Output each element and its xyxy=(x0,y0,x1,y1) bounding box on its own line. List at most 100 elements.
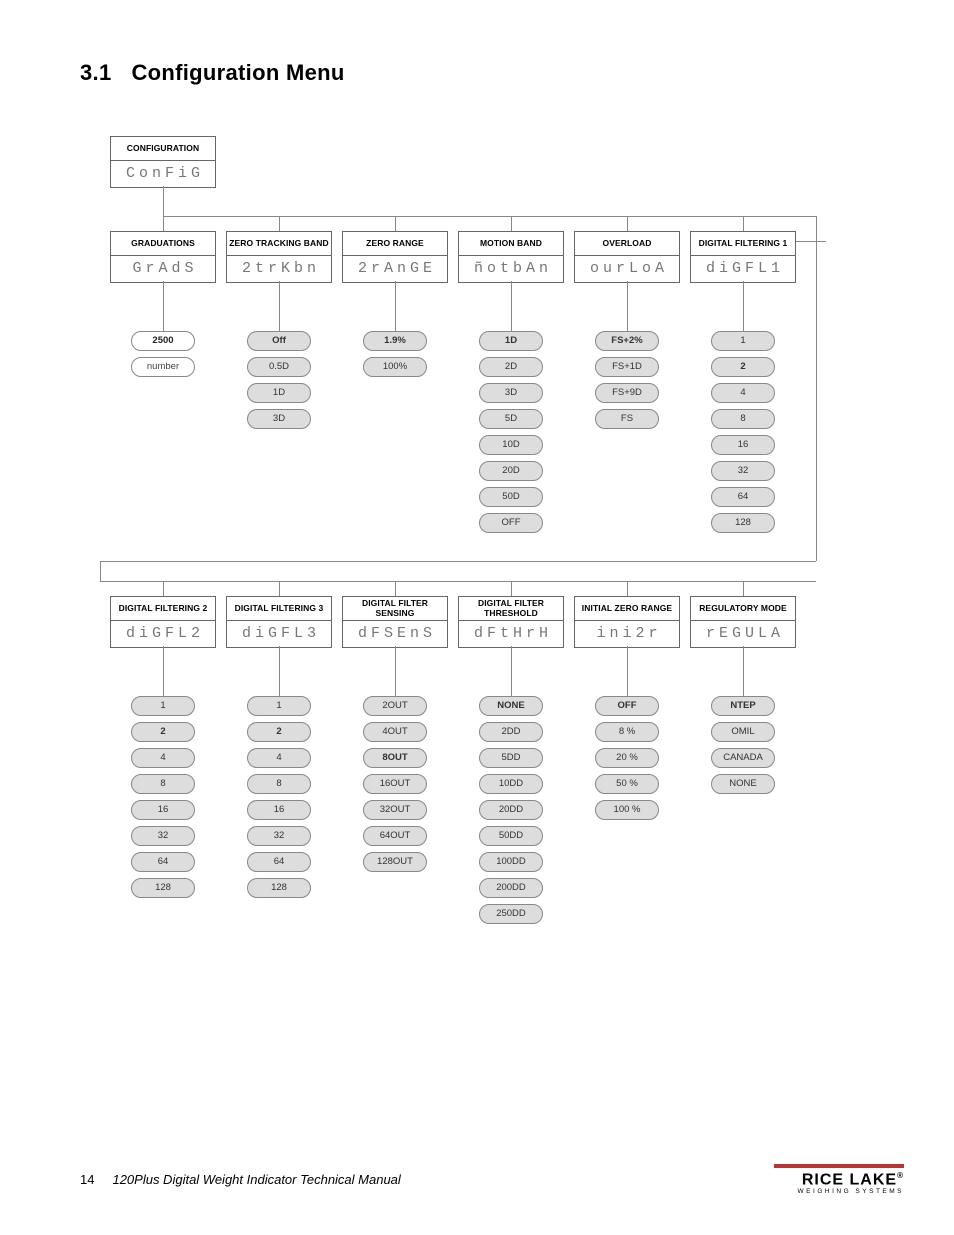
option-pill: 64 xyxy=(131,852,195,872)
option-pill: 10DD xyxy=(479,774,543,794)
option-pill: OFF xyxy=(479,513,543,533)
menu-box-label: GRADUATIONS xyxy=(111,232,215,256)
menu-box: ZERO RANGE2rAnGE xyxy=(342,231,448,283)
option-pill: 32 xyxy=(711,461,775,481)
menu-box: DIGITAL FILTERING 2diGFL2 xyxy=(110,596,216,648)
option-pill: 100% xyxy=(363,357,427,377)
option-pill: 16 xyxy=(711,435,775,455)
option-pill: 128 xyxy=(247,878,311,898)
menu-box-segment: diGFL3 xyxy=(227,621,331,647)
menu-box: ZERO TRACKING BAND2trKbn xyxy=(226,231,332,283)
menu-box: MOTION BANDñotbAn xyxy=(458,231,564,283)
option-pill: 1 xyxy=(131,696,195,716)
option-pill: 32OUT xyxy=(363,800,427,820)
menu-box-label: ZERO RANGE xyxy=(343,232,447,256)
option-pill: 64 xyxy=(247,852,311,872)
option-pill: 8 xyxy=(711,409,775,429)
logo-bar xyxy=(774,1164,904,1168)
manual-title: 120Plus Digital Weight Indicator Technic… xyxy=(112,1172,400,1187)
option-pill: 8 xyxy=(131,774,195,794)
menu-box-segment: diGFL1 xyxy=(691,256,795,282)
option-pill: 2500 xyxy=(131,331,195,351)
section-number: 3.1 xyxy=(80,60,111,85)
option-pill: 5DD xyxy=(479,748,543,768)
option-pill: 64OUT xyxy=(363,826,427,846)
option-pill: 2DD xyxy=(479,722,543,742)
menu-box-segment: 2trKbn xyxy=(227,256,331,282)
option-pill: CANADA xyxy=(711,748,775,768)
option-pill: 32 xyxy=(247,826,311,846)
option-pill: 1D xyxy=(247,383,311,403)
menu-diagram: CONFIGURATIONConFiGGRADUATIONSGrAdSZERO … xyxy=(80,136,904,1056)
menu-box: DIGITAL FILTERING 3diGFL3 xyxy=(226,596,332,648)
option-pill: 2D xyxy=(479,357,543,377)
menu-box-segment: ini2r xyxy=(575,621,679,647)
menu-box: DIGITAL FILTERING 1diGFL1 xyxy=(690,231,796,283)
menu-box-segment: dFtHrH xyxy=(459,621,563,647)
option-pill: 2 xyxy=(711,357,775,377)
option-pill: 50D xyxy=(479,487,543,507)
menu-box-label: DIGITAL FILTER THRESHOLD xyxy=(459,597,563,621)
option-pill: 100 % xyxy=(595,800,659,820)
option-pill: NONE xyxy=(479,696,543,716)
menu-box: DIGITAL FILTER SENSINGdFSEnS xyxy=(342,596,448,648)
option-pill: 4 xyxy=(131,748,195,768)
menu-box-segment: ourLoA xyxy=(575,256,679,282)
option-pill: NONE xyxy=(711,774,775,794)
menu-box-label: REGULATORY MODE xyxy=(691,597,795,621)
option-pill: OFF xyxy=(595,696,659,716)
option-pill: 128 xyxy=(131,878,195,898)
brand-logo: RICE LAKE® WEIGHING SYSTEMS xyxy=(774,1164,904,1195)
option-pill: 1 xyxy=(711,331,775,351)
option-pill: Off xyxy=(247,331,311,351)
menu-box-label: DIGITAL FILTER SENSING xyxy=(343,597,447,621)
option-pill: 10D xyxy=(479,435,543,455)
menu-box-label: DIGITAL FILTERING 3 xyxy=(227,597,331,621)
menu-box-segment: ñotbAn xyxy=(459,256,563,282)
option-pill: 50DD xyxy=(479,826,543,846)
option-pill: FS+1D xyxy=(595,357,659,377)
option-pill: 2 xyxy=(131,722,195,742)
menu-box-segment: diGFL2 xyxy=(111,621,215,647)
option-pill: 3D xyxy=(247,409,311,429)
menu-box-label: DIGITAL FILTERING 2 xyxy=(111,597,215,621)
menu-box-segment: 2rAnGE xyxy=(343,256,447,282)
menu-box: DIGITAL FILTER THRESHOLDdFtHrH xyxy=(458,596,564,648)
option-pill: 20 % xyxy=(595,748,659,768)
option-pill: 4 xyxy=(247,748,311,768)
option-pill: 3D xyxy=(479,383,543,403)
option-pill: 0.5D xyxy=(247,357,311,377)
option-pill: 50 % xyxy=(595,774,659,794)
menu-box-label: MOTION BAND xyxy=(459,232,563,256)
option-pill: 4OUT xyxy=(363,722,427,742)
menu-box-label: DIGITAL FILTERING 1 xyxy=(691,232,795,256)
option-pill: 2 xyxy=(247,722,311,742)
page-footer: 14 120Plus Digital Weight Indicator Tech… xyxy=(80,1164,904,1195)
option-pill: 8OUT xyxy=(363,748,427,768)
option-pill: FS+9D xyxy=(595,383,659,403)
option-pill: 16 xyxy=(247,800,311,820)
brand-tagline: WEIGHING SYSTEMS xyxy=(774,1188,904,1195)
option-pill: 2OUT xyxy=(363,696,427,716)
option-pill: 250DD xyxy=(479,904,543,924)
section-title: Configuration Menu xyxy=(131,60,344,85)
option-pill: 200DD xyxy=(479,878,543,898)
menu-box: CONFIGURATIONConFiG xyxy=(110,136,216,188)
option-pill: 16 xyxy=(131,800,195,820)
menu-box-label: INITIAL ZERO RANGE xyxy=(575,597,679,621)
option-pill: 20D xyxy=(479,461,543,481)
option-pill: 1D xyxy=(479,331,543,351)
option-pill: OMIL xyxy=(711,722,775,742)
option-pill: 1 xyxy=(247,696,311,716)
option-pill: FS xyxy=(595,409,659,429)
option-pill: 8 % xyxy=(595,722,659,742)
menu-box-label: CONFIGURATION xyxy=(111,137,215,161)
option-pill: 1.9% xyxy=(363,331,427,351)
menu-box: GRADUATIONSGrAdS xyxy=(110,231,216,283)
menu-box-segment: GrAdS xyxy=(111,256,215,282)
brand-name: RICE LAKE® xyxy=(774,1171,904,1189)
section-heading: 3.1 Configuration Menu xyxy=(80,60,904,86)
menu-box-segment: dFSEnS xyxy=(343,621,447,647)
menu-box-label: OVERLOAD xyxy=(575,232,679,256)
option-pill: 128 xyxy=(711,513,775,533)
